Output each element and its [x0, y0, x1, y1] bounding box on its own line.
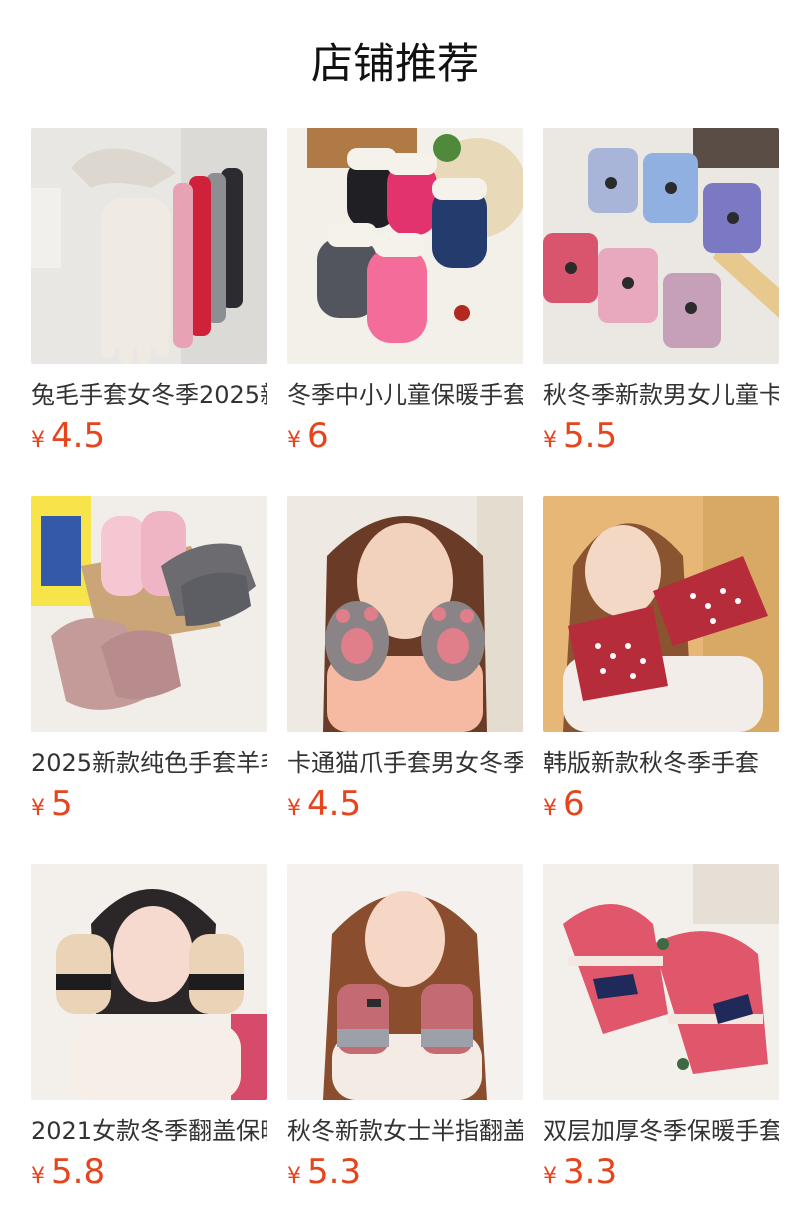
product-card[interactable]: 双层加厚冬季保暖手套 ¥3.3 [543, 864, 779, 1204]
price-value: 6 [307, 416, 329, 456]
currency-symbol: ¥ [287, 796, 301, 821]
currency-symbol: ¥ [543, 428, 557, 453]
currency-symbol: ¥ [543, 796, 557, 821]
product-name[interactable]: 2025新款纯色手套羊毛 [31, 746, 267, 780]
product-image[interactable] [31, 864, 267, 1100]
product-card[interactable]: 韩版新款秋冬季手套 ¥6 [543, 496, 779, 836]
product-card[interactable]: 卡通猫爪手套男女冬季 ¥4.5 [287, 496, 523, 836]
product-price: ¥3.3 [543, 1150, 617, 1194]
product-image[interactable] [543, 864, 779, 1100]
section-title: 店铺推荐 [310, 39, 479, 88]
product-price: ¥5.8 [31, 1150, 105, 1194]
product-image[interactable] [287, 864, 523, 1100]
product-card[interactable]: 秋冬新款女士半指翻盖手套 ¥5.3 [287, 864, 523, 1204]
product-card[interactable]: 2025新款纯色手套羊毛 ¥5 [31, 496, 267, 836]
product-card[interactable]: 2021女款冬季翻盖保暖手套 ¥5.8 [31, 864, 267, 1204]
product-grid: 兔毛手套女冬季2025新款 ¥4.5 [31, 128, 790, 1232]
currency-symbol: ¥ [31, 428, 45, 453]
currency-symbol: ¥ [31, 1164, 45, 1189]
price-value: 6 [563, 784, 585, 824]
product-card[interactable]: 兔毛手套女冬季2025新款 ¥4.5 [31, 128, 267, 468]
price-value: 5.5 [563, 416, 618, 456]
product-name[interactable]: 兔毛手套女冬季2025新款 [31, 378, 267, 412]
product-name[interactable]: 韩版新款秋冬季手套 [543, 746, 779, 780]
product-image[interactable] [287, 496, 523, 732]
price-value: 5.8 [51, 1152, 106, 1192]
price-value: 4.5 [51, 416, 106, 456]
product-image[interactable] [287, 128, 523, 364]
product-name[interactable]: 冬季中小儿童保暖手套 [287, 378, 523, 412]
price-value: 5.3 [307, 1152, 362, 1192]
product-price: ¥5 [31, 782, 73, 826]
currency-symbol: ¥ [543, 1164, 557, 1189]
currency-symbol: ¥ [287, 428, 301, 453]
product-price: ¥6 [543, 782, 585, 826]
product-price: ¥5.5 [543, 414, 617, 458]
product-name[interactable]: 秋冬新款女士半指翻盖手套 [287, 1114, 523, 1148]
product-card[interactable]: 秋冬季新款男女儿童卡通手套 ¥5.5 [543, 128, 779, 468]
price-value: 3.3 [563, 1152, 618, 1192]
product-image[interactable] [543, 496, 779, 732]
currency-symbol: ¥ [31, 796, 45, 821]
price-value: 5 [51, 784, 73, 824]
product-image[interactable] [543, 128, 779, 364]
currency-symbol: ¥ [287, 1164, 301, 1189]
product-image[interactable] [31, 496, 267, 732]
product-price: ¥4.5 [287, 782, 361, 826]
price-value: 4.5 [307, 784, 362, 824]
product-name[interactable]: 双层加厚冬季保暖手套 [543, 1114, 779, 1148]
product-card[interactable]: 冬季中小儿童保暖手套 ¥6 [287, 128, 523, 468]
product-name[interactable]: 2021女款冬季翻盖保暖手套 [31, 1114, 267, 1148]
product-price: ¥4.5 [31, 414, 105, 458]
product-image[interactable] [31, 128, 267, 364]
product-name[interactable]: 卡通猫爪手套男女冬季 [287, 746, 523, 780]
product-price: ¥5.3 [287, 1150, 361, 1194]
product-price: ¥6 [287, 414, 329, 458]
product-name[interactable]: 秋冬季新款男女儿童卡通手套 [543, 378, 779, 412]
